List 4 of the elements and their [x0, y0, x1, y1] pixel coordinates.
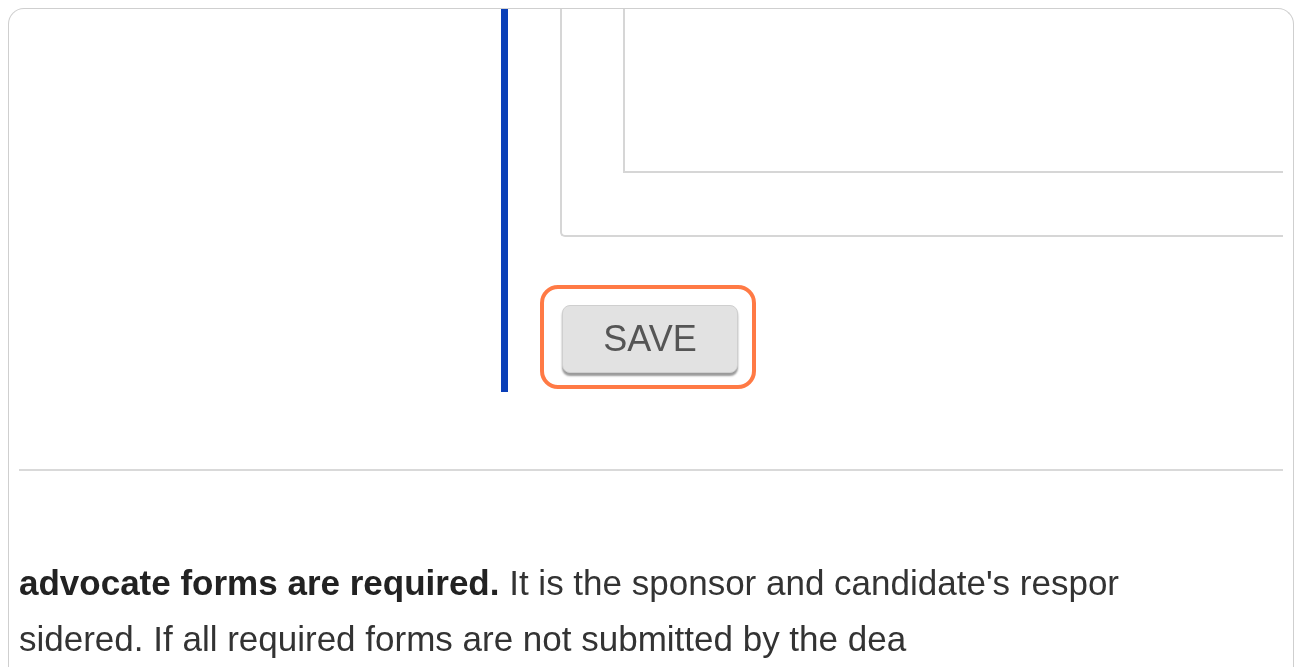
paragraph-line: sidered. If all required forms are not submitted by the dea	[19, 618, 907, 660]
paragraph-line: advocate forms are required. It is the sponsor and candidate's respor	[19, 562, 1119, 604]
save-button[interactable]: SAVE	[562, 305, 738, 373]
text-area[interactable]	[623, 9, 1283, 173]
